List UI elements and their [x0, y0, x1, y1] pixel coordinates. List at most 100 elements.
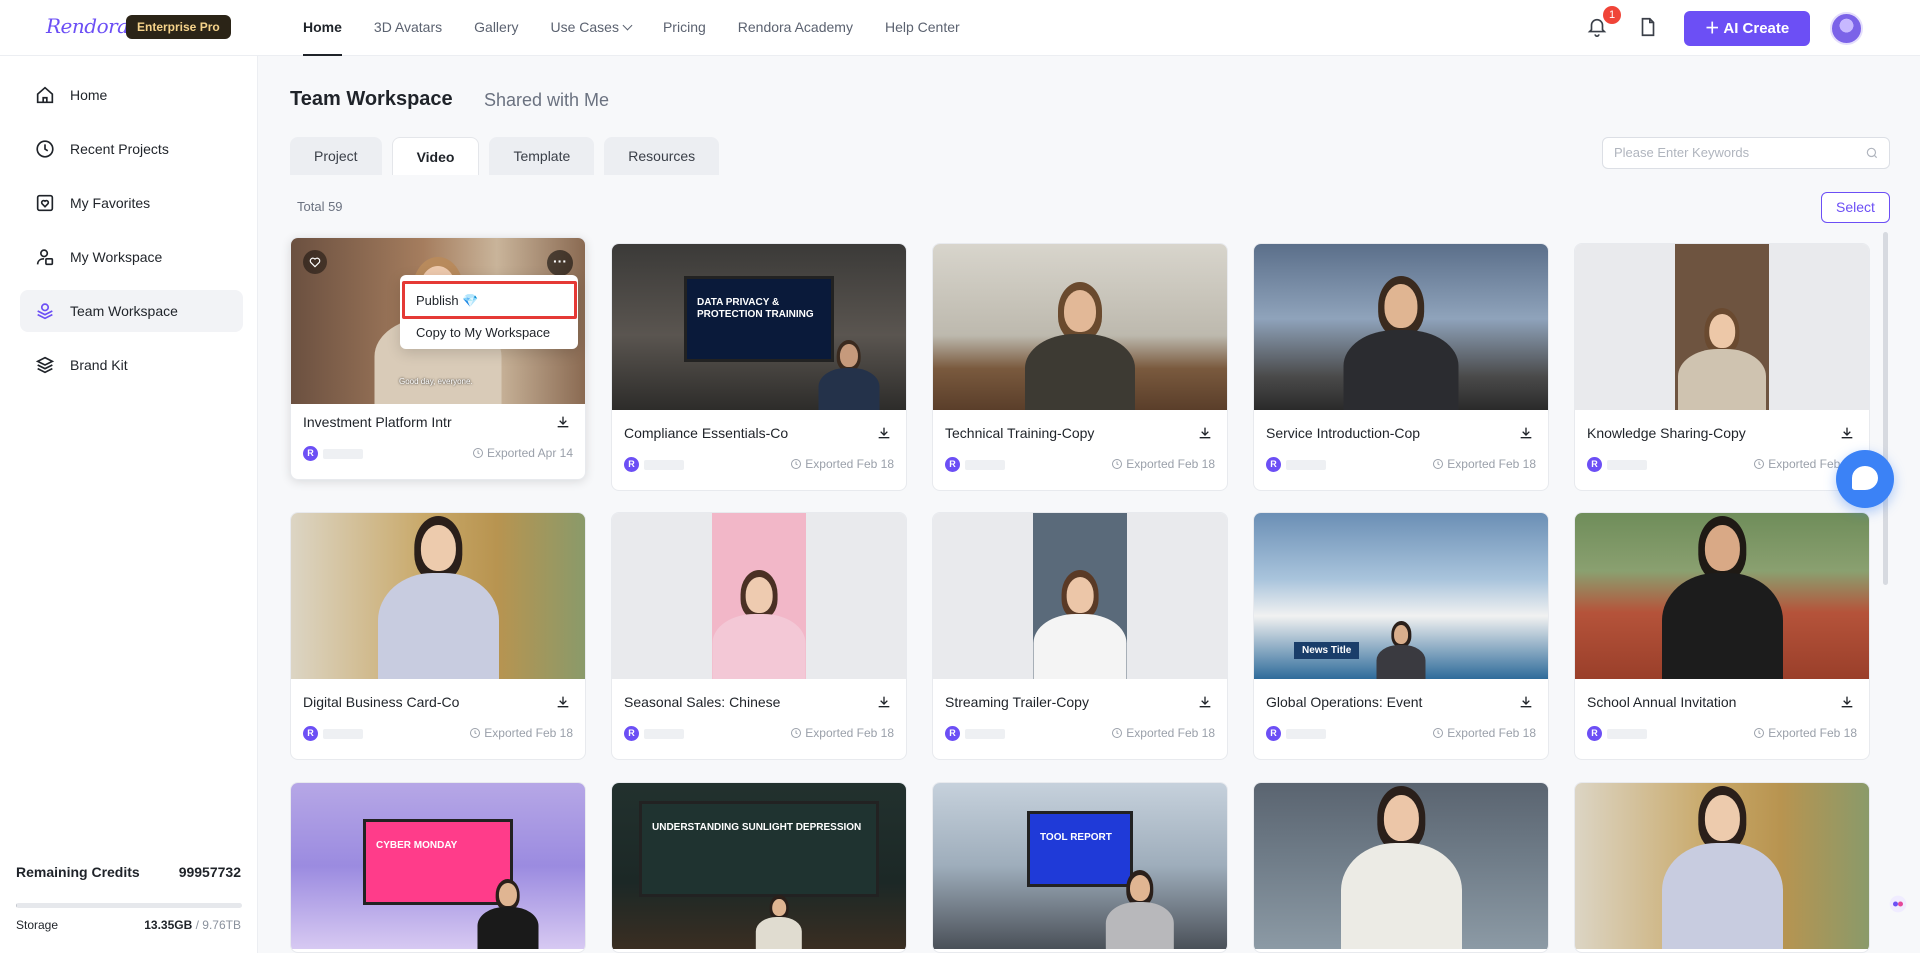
video-thumbnail[interactable] — [1575, 513, 1869, 679]
logo[interactable]: Rendora — [46, 14, 129, 38]
avatar-figure — [477, 878, 539, 950]
nav-pricing[interactable]: Pricing — [663, 0, 706, 56]
video-card[interactable]: Service Introduction-Cop R Exported Feb 18 — [1253, 243, 1549, 491]
video-title: Knowledge Sharing-Copy — [1587, 425, 1746, 441]
video-card[interactable]: DATA PRIVACY & PROTECTION TRAINING Compli… — [611, 243, 907, 491]
top-navbar: Rendora Enterprise Pro Home 3D Avatars G… — [0, 0, 1920, 56]
video-title: Seasonal Sales: Chinese — [624, 694, 781, 710]
download-icon[interactable] — [876, 694, 892, 710]
video-card[interactable] — [1574, 782, 1870, 953]
creator-name-redacted — [644, 460, 684, 470]
video-thumbnail[interactable] — [1254, 783, 1548, 949]
download-icon[interactable] — [1197, 694, 1213, 710]
export-date: Exported Feb 18 — [790, 726, 894, 740]
shared-with-me-tab[interactable]: Shared with Me — [484, 90, 609, 111]
video-thumbnail[interactable] — [1575, 244, 1869, 410]
video-thumbnail[interactable] — [612, 513, 906, 679]
video-title: Investment Platform Intr — [303, 414, 452, 430]
video-card[interactable]: UNDERSTANDING SUNLIGHT DEPRESSION — [611, 782, 907, 953]
video-title: Digital Business Card-Co — [303, 694, 460, 710]
video-card[interactable]: Digital Business Card-Co R Exported Feb 18 — [290, 512, 586, 760]
video-thumbnail[interactable] — [933, 244, 1227, 410]
search-input[interactable]: Please Enter Keywords — [1602, 137, 1890, 169]
sidebar-item-home[interactable]: Home — [20, 74, 243, 116]
video-title: Technical Training-Copy — [945, 425, 1095, 441]
favorite-button[interactable] — [303, 250, 327, 274]
layers-icon — [35, 356, 55, 374]
video-card[interactable]: Knowledge Sharing-Copy R Exported Feb 18 — [1574, 243, 1870, 491]
home-icon — [36, 86, 54, 104]
video-card[interactable]: CYBER MONDAY — [290, 782, 586, 953]
creator-logo-icon: R — [1587, 726, 1602, 741]
video-card[interactable]: Good day, everyone. ··· Investment Platfor… — [290, 237, 586, 480]
video-thumbnail[interactable] — [933, 513, 1227, 679]
download-icon[interactable] — [1839, 694, 1855, 710]
video-thumbnail[interactable] — [1575, 783, 1869, 949]
download-icon[interactable] — [1518, 425, 1534, 441]
nav-help-center[interactable]: Help Center — [885, 0, 960, 56]
video-title: Compliance Essentials-Co — [624, 425, 789, 441]
user-avatar[interactable] — [1830, 12, 1863, 45]
document-icon[interactable] — [1637, 16, 1659, 38]
nav-home[interactable]: Home — [303, 0, 342, 56]
sidebar-item-label: Brand Kit — [70, 357, 128, 373]
tab-resources[interactable]: Resources — [604, 137, 720, 175]
export-date: Exported Feb 18 — [1432, 457, 1536, 471]
select-button[interactable]: Select — [1821, 192, 1890, 223]
clock-icon — [791, 728, 802, 738]
sidebar-item-my-favorites[interactable]: My Favorites — [20, 182, 243, 224]
tab-template[interactable]: Template — [489, 137, 595, 175]
chat-button[interactable] — [1836, 450, 1894, 508]
download-icon[interactable] — [876, 425, 892, 441]
video-card[interactable]: TOOL REPORT — [932, 782, 1228, 953]
sidebar-item-label: Home — [70, 87, 108, 103]
main-nav: Home 3D Avatars Gallery Use Cases Pricin… — [303, 0, 992, 56]
more-options-button[interactable]: ··· — [547, 250, 573, 276]
download-icon[interactable] — [1839, 425, 1855, 441]
assistant-widget-icon[interactable] — [1888, 894, 1908, 914]
storage-value: 13.35GB / 9.76TB — [144, 918, 241, 932]
creator-name-redacted — [1286, 460, 1326, 470]
video-thumbnail[interactable] — [291, 513, 585, 679]
video-thumbnail[interactable] — [1254, 244, 1548, 410]
sidebar-item-brand-kit[interactable]: Brand Kit — [20, 344, 243, 386]
video-card[interactable]: Technical Training-Copy R Exported Feb 18 — [932, 243, 1228, 491]
nav-gallery[interactable]: Gallery — [474, 0, 518, 56]
nav-academy[interactable]: Rendora Academy — [738, 0, 853, 56]
scrollbar[interactable] — [1883, 232, 1888, 585]
tab-video[interactable]: Video — [391, 137, 480, 175]
video-thumbnail[interactable]: DATA PRIVACY & PROTECTION TRAINING — [612, 244, 906, 410]
download-icon[interactable] — [555, 414, 571, 430]
storage-separator: / — [192, 918, 203, 932]
download-icon[interactable] — [1197, 425, 1213, 441]
page-title[interactable]: Team Workspace — [290, 88, 453, 111]
sidebar-item-my-workspace[interactable]: My Workspace — [20, 236, 243, 278]
tab-project[interactable]: Project — [290, 137, 382, 175]
nav-use-cases[interactable]: Use Cases — [551, 0, 633, 56]
export-date: Exported Apr 14 — [472, 446, 573, 460]
favorites-icon — [36, 194, 54, 212]
menu-item-copy-to-workspace[interactable]: Copy to My Workspace — [416, 325, 550, 340]
video-card[interactable]: Seasonal Sales: Chinese R Exported Feb 18 — [611, 512, 907, 760]
clock-icon — [791, 459, 802, 469]
download-icon[interactable] — [1518, 694, 1534, 710]
video-card[interactable]: News Title Global Operations: Event R Expor… — [1253, 512, 1549, 760]
creator-name-redacted — [965, 460, 1005, 470]
sidebar-item-recent-projects[interactable]: Recent Projects — [20, 128, 243, 170]
video-card[interactable]: School Annual Invitation R Exported Feb 18 — [1574, 512, 1870, 760]
video-thumbnail[interactable]: CYBER MONDAY — [291, 783, 585, 949]
sidebar-item-team-workspace[interactable]: Team Workspace — [20, 290, 243, 332]
export-date: Exported Feb 18 — [1111, 457, 1215, 471]
clock-icon — [1112, 728, 1123, 738]
video-thumbnail[interactable]: News Title — [1254, 513, 1548, 679]
video-card[interactable]: Streaming Trailer-Copy R Exported Feb 18 — [932, 512, 1228, 760]
video-card[interactable] — [1253, 782, 1549, 953]
ai-create-button[interactable]: ＋ AI Create — [1684, 11, 1810, 46]
heart-icon — [309, 257, 321, 268]
creator-logo-icon: R — [945, 457, 960, 472]
video-thumbnail[interactable]: TOOL REPORT — [933, 783, 1227, 949]
export-date: Exported Feb 18 — [1111, 726, 1215, 740]
download-icon[interactable] — [555, 694, 571, 710]
video-thumbnail[interactable]: UNDERSTANDING SUNLIGHT DEPRESSION — [612, 783, 906, 949]
nav-3d-avatars[interactable]: 3D Avatars — [374, 0, 442, 56]
